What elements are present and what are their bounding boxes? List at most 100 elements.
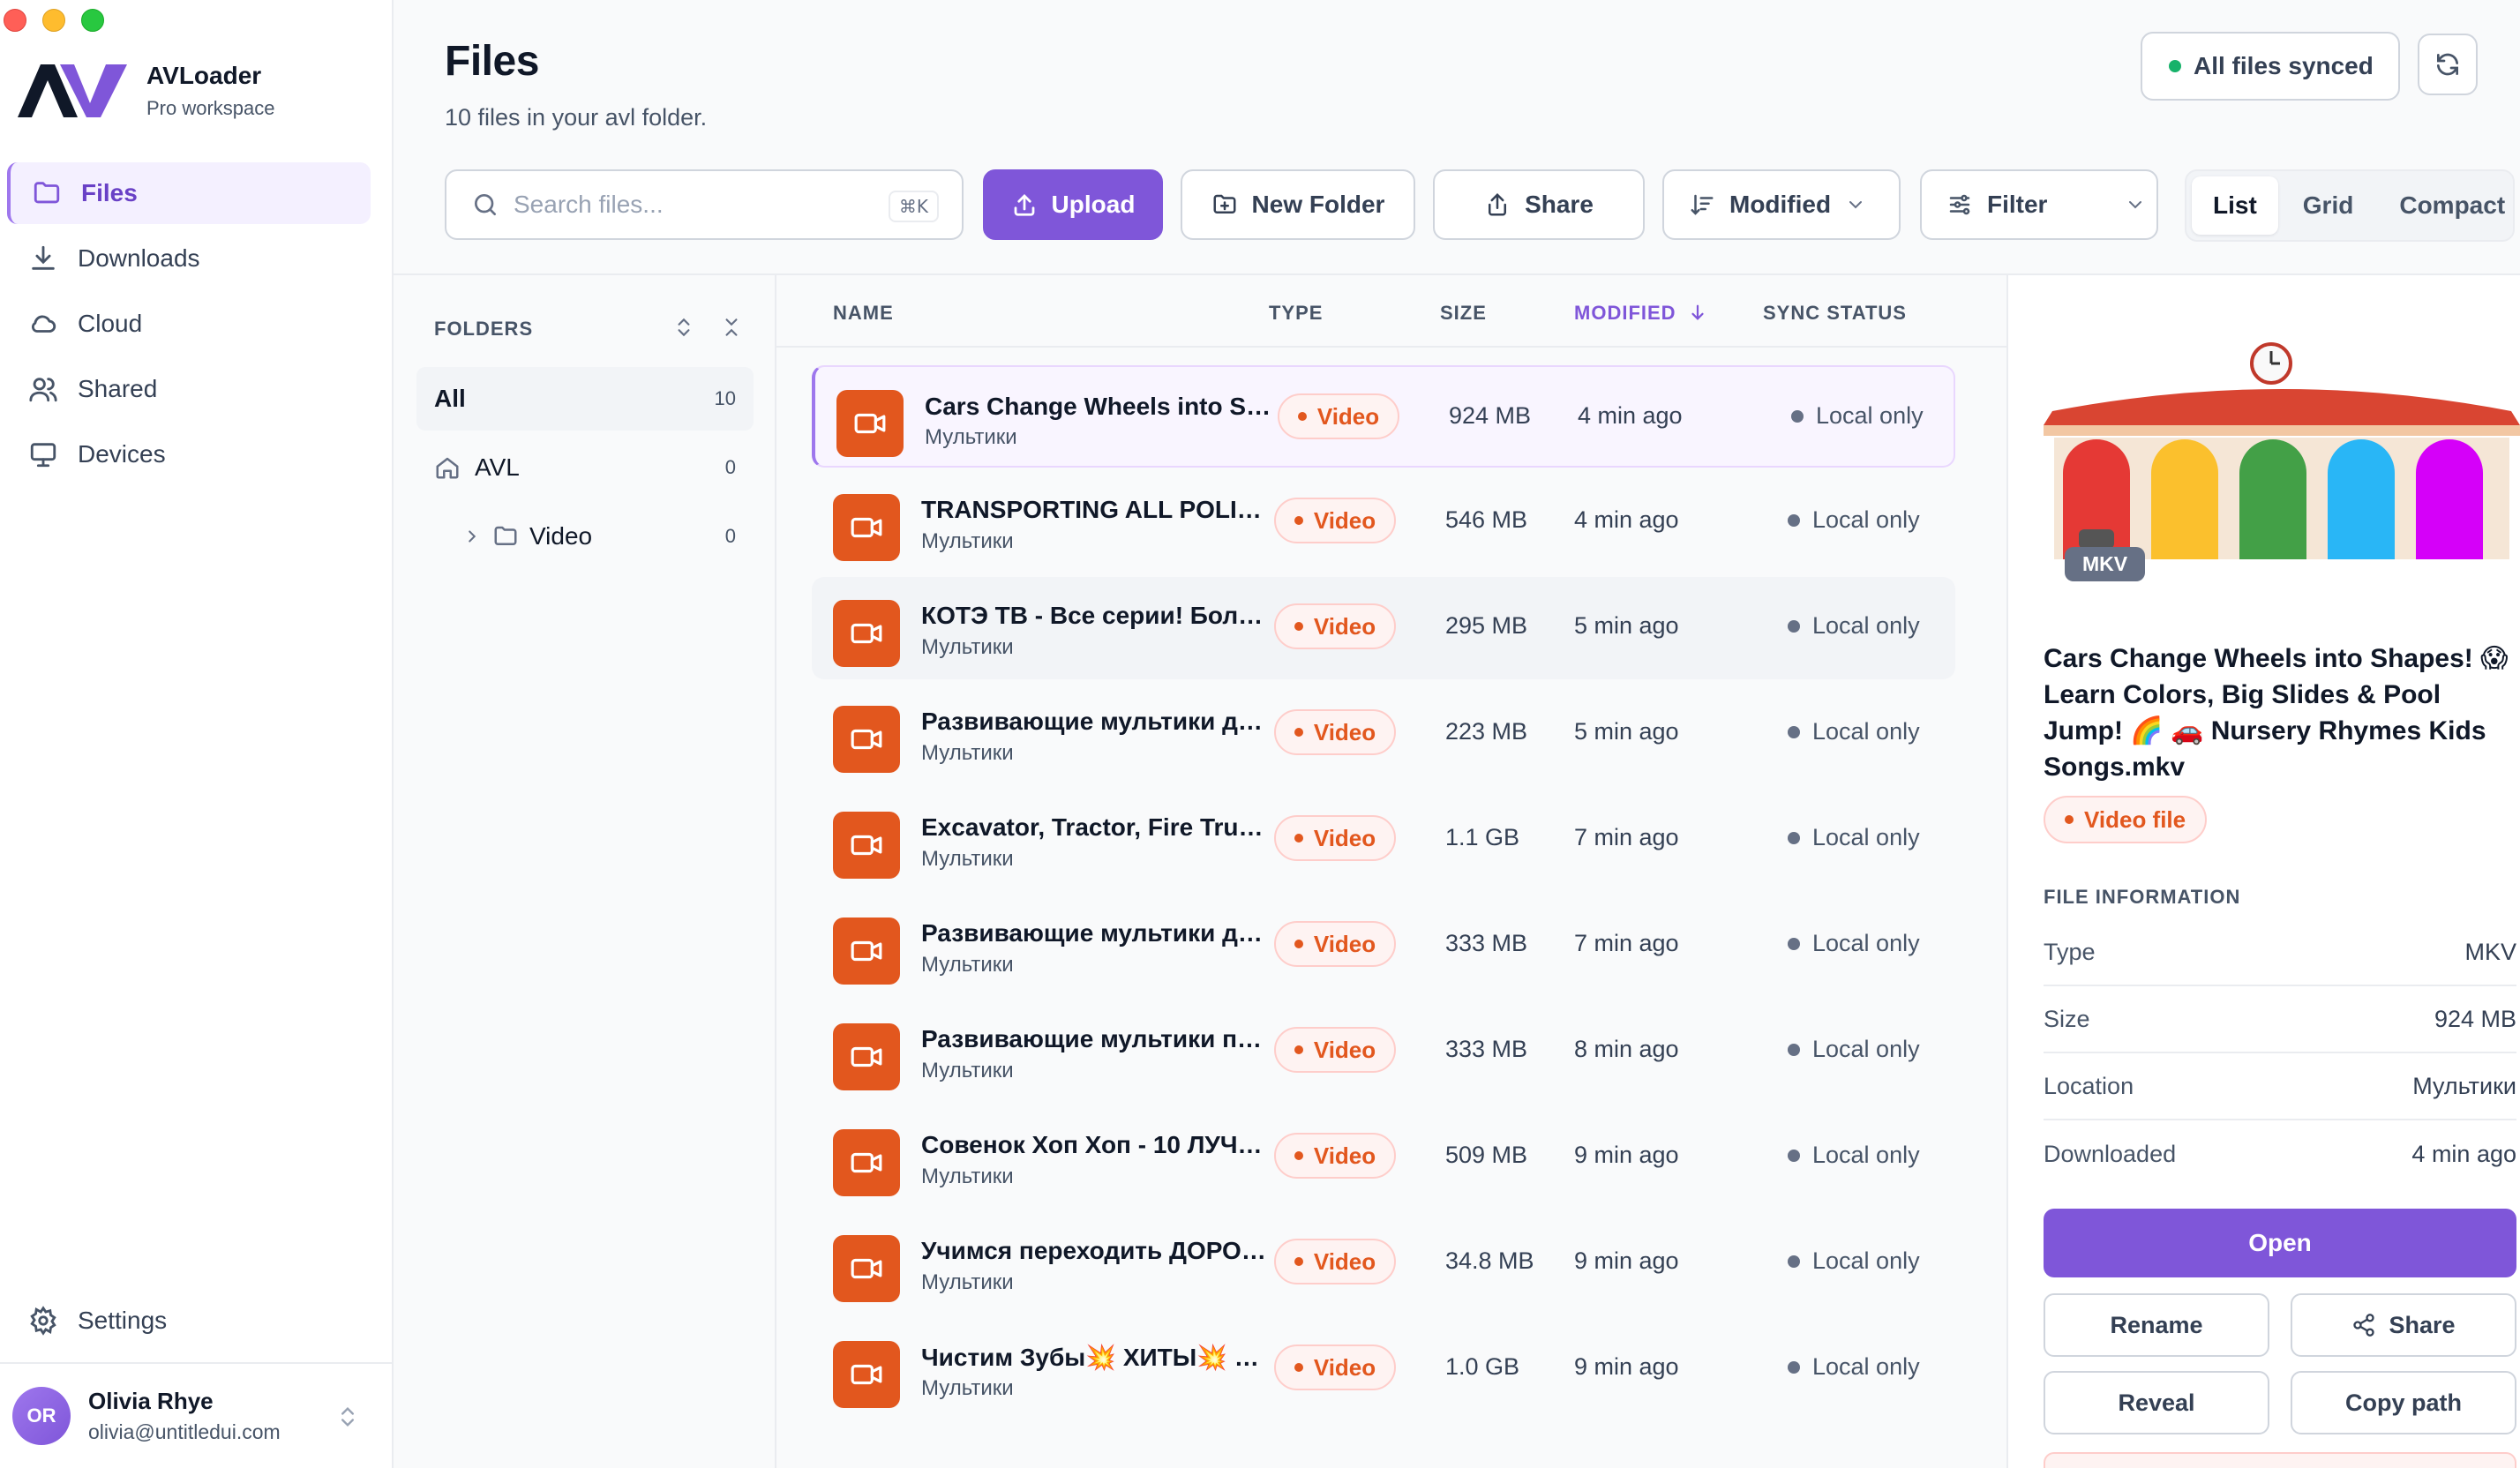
column-size[interactable]: SIZE (1440, 302, 1487, 325)
file-type-dot (1297, 412, 1307, 421)
sync-status-badge[interactable]: All files synced (2141, 32, 2400, 101)
sidebar-item-settings[interactable]: Settings (7, 1290, 371, 1352)
folder-item-avl[interactable]: AVL 0 (416, 436, 754, 499)
user-name: Olivia Rhye (88, 1388, 214, 1414)
video-camera-icon (851, 517, 882, 538)
file-sync-status: Local only (1788, 1247, 1920, 1275)
table-row[interactable]: Развивающие мультики для малышей Мультики… (812, 895, 1955, 997)
sync-label: Local only (1812, 718, 1920, 745)
table-row[interactable]: Учимся переходить ДОРОГУ Мультики Video 34.… (812, 1212, 1955, 1314)
user-menu[interactable]: OR Olivia Rhye olivia@untitledui.com (0, 1362, 392, 1468)
details-panel: MKV Cars Change Wheels into Shapes! 😱 Le… (2006, 275, 2520, 1468)
delete-button[interactable] (2044, 1452, 2516, 1468)
arrow-down-icon (1691, 304, 1704, 320)
info-key: Location (2044, 1072, 2134, 1099)
upload-label: Upload (1051, 191, 1136, 218)
filter-label: Filter (1987, 191, 2048, 218)
table-row[interactable]: TRANSPORTING ALL POLICE CARS Мультики Vide… (812, 471, 1955, 573)
reveal-button[interactable]: Reveal (2044, 1371, 2269, 1434)
expand-all-icon[interactable] (672, 314, 695, 341)
collapse-all-icon[interactable] (720, 314, 743, 341)
folder-count: 0 (724, 456, 736, 478)
folders-heading: FOLDERS (434, 318, 761, 341)
sync-label: Local only (1812, 1353, 1920, 1380)
avatar: OR (12, 1387, 71, 1445)
table-row[interactable]: Cars Change Wheels into Shapes! 😱 Learn … (812, 365, 1955, 468)
video-file-icon (833, 1129, 900, 1196)
file-modified: 9 min ago (1574, 1353, 1679, 1380)
sidebar-item-devices[interactable]: Devices (7, 423, 371, 485)
file-modified: 7 min ago (1574, 824, 1679, 850)
table-row[interactable]: КОТЭ ТВ - Все серии! Большой сборник Муль… (812, 577, 1955, 679)
share-button[interactable]: Share (1433, 169, 1645, 240)
file-folder: Мультики (921, 741, 1014, 765)
folder-icon (494, 526, 517, 545)
view-grid-button[interactable]: Grid (2282, 176, 2375, 235)
file-format-badge: MKV (2065, 547, 2146, 581)
upload-button[interactable]: Upload (983, 169, 1163, 240)
file-name: Учимся переходить ДОРОГУ (921, 1237, 1271, 1264)
column-type[interactable]: TYPE (1269, 302, 1323, 325)
file-type-badge: Video (1274, 603, 1396, 649)
video-file-icon (833, 600, 900, 667)
refresh-button[interactable] (2418, 34, 2478, 95)
info-value: 4 min ago (2411, 1140, 2516, 1167)
sort-dropdown[interactable]: Modified (1662, 169, 1901, 240)
file-folder: Мультики (925, 425, 1017, 449)
new-folder-button[interactable]: New Folder (1181, 169, 1415, 240)
sync-label: Local only (1816, 402, 1924, 429)
file-sync-status: Local only (1788, 824, 1920, 851)
avloader-logo (18, 64, 127, 117)
column-modified[interactable]: MODIFIED (1574, 302, 1707, 325)
folders-panel: FOLDERS All 10 AVL 0 Video 0 (394, 275, 776, 1468)
brand-name: AVLoader (146, 62, 262, 89)
table-row[interactable]: Чистим Зубы💥 ХИТЫ💥 Сборник Мультики Video 1… (812, 1318, 1955, 1420)
sync-label: Local only (1812, 824, 1920, 850)
file-name: Excavator, Tractor, Fire Truck for kids (921, 813, 1271, 841)
filter-dropdown[interactable]: Filter (1920, 169, 2158, 240)
sync-label: Local only (1812, 1142, 1920, 1168)
file-type-label: Video (1313, 1247, 1376, 1275)
folder-item-video[interactable]: Video 0 (416, 505, 754, 568)
table-row[interactable]: Совенок Хоп Хоп - 10 ЛУЧШИХ песенок Мульт… (812, 1106, 1955, 1209)
column-sync-status[interactable]: SYNC STATUS (1763, 302, 1907, 325)
file-modified: 7 min ago (1574, 930, 1679, 956)
view-list-button[interactable]: List (2192, 176, 2278, 235)
sidebar-item-cloud[interactable]: Cloud (7, 293, 371, 355)
close-window-button[interactable] (4, 9, 26, 32)
file-name: Совенок Хоп Хоп - 10 ЛУЧШИХ песенок (921, 1131, 1271, 1158)
sidebar-item-shared[interactable]: Shared (7, 358, 371, 420)
view-compact-button[interactable]: Compact (2378, 176, 2520, 235)
table-row[interactable]: Excavator, Tractor, Fire Truck for kids М… (812, 789, 1955, 891)
file-size: 34.8 MB (1445, 1247, 1534, 1274)
table-row[interactable]: Развивающие мультики про машинки Мультики… (812, 1000, 1955, 1103)
table-row[interactable]: Развивающие мультики для детей Мультики Vi… (812, 683, 1955, 785)
page-title: Files (445, 38, 539, 85)
file-type-dot (1294, 940, 1303, 948)
sidebar-item-label: Downloads (78, 244, 200, 272)
sync-label: Local only (1812, 1247, 1920, 1274)
search-input[interactable]: Search files... ⌘K (445, 169, 964, 240)
column-name[interactable]: NAME (833, 302, 894, 325)
zoom-window-button[interactable] (81, 9, 104, 32)
file-type-dot (1294, 1151, 1303, 1160)
video-file-icon (833, 918, 900, 985)
rename-button[interactable]: Rename (2044, 1293, 2269, 1357)
copy-path-button[interactable]: Copy path (2291, 1371, 2516, 1434)
file-size: 509 MB (1445, 1142, 1528, 1168)
video-camera-icon (851, 1046, 882, 1067)
file-type-dot (1294, 728, 1303, 737)
folder-item-all[interactable]: All 10 (416, 367, 754, 431)
file-type-badge: Video (1274, 1239, 1396, 1284)
sidebar-item-downloads[interactable]: Downloads (7, 228, 371, 289)
sidebar-item-files[interactable]: Files (7, 162, 371, 224)
upload-icon (1014, 194, 1034, 216)
chevron-right-icon[interactable] (462, 525, 482, 548)
video-file-icon (833, 1341, 900, 1408)
sync-status-label: All files synced (2194, 52, 2374, 79)
minimize-window-button[interactable] (42, 9, 65, 32)
file-name: Чистим Зубы💥 ХИТЫ💥 Сборник (921, 1344, 1271, 1371)
cloud-icon (31, 315, 56, 333)
open-button[interactable]: Open (2044, 1209, 2516, 1277)
details-share-button[interactable]: Share (2291, 1293, 2516, 1357)
